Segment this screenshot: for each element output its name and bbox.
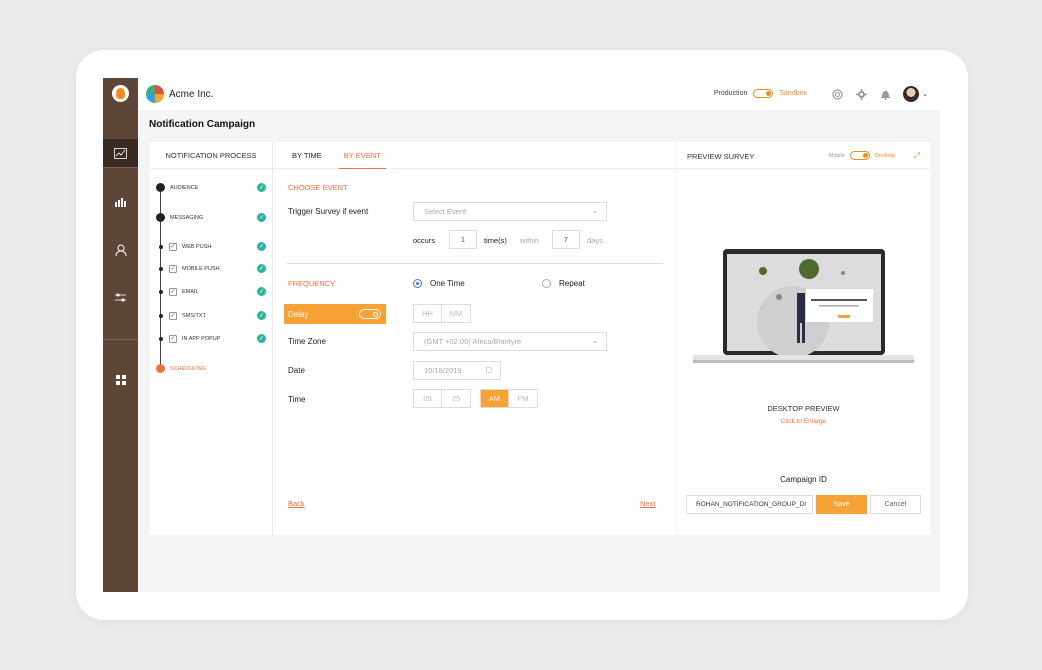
step-in-app-popup[interactable]: ✓ IN APP POPUP ✓ [156, 334, 266, 343]
check-icon: ✓ [257, 311, 266, 320]
step-mobile-push[interactable]: ✓ MOBILE PUSH ✓ [156, 264, 266, 273]
campaign-id-label: Campaign ID [780, 475, 827, 484]
frequency-title: FREQUENCY [288, 279, 336, 288]
step-messaging[interactable]: MESSAGING ✓ [156, 213, 266, 222]
occurs-label: occurs [413, 236, 436, 245]
help-lifebuoy-icon[interactable] [831, 88, 843, 100]
mobile-label: Mobile [828, 152, 845, 159]
chevron-down-icon: ⌄ [592, 338, 598, 345]
top-icons: ⌄ [831, 86, 928, 102]
checkbox-icon[interactable]: ✓ [169, 242, 177, 251]
check-icon: ✓ [257, 264, 266, 273]
check-icon: ✓ [257, 183, 266, 192]
trigger-label: Trigger Survey if event [288, 207, 369, 216]
checkbox-icon[interactable]: ✓ [169, 334, 177, 343]
production-label: Production [713, 90, 748, 97]
days-label: days [587, 236, 603, 245]
section-divider [287, 263, 663, 264]
apps-grid-icon[interactable] [103, 366, 138, 394]
within-label: within [520, 236, 540, 245]
sidebar-divider [103, 339, 138, 340]
cancel-button[interactable]: Cancel [870, 495, 921, 514]
sliders-icon[interactable] [103, 283, 138, 311]
event-select[interactable]: Select Event ⌄ [413, 202, 607, 221]
step-web-push[interactable]: ✓ WEB PUSH ✓ [156, 242, 266, 251]
desktop-label: Desktop [874, 152, 895, 159]
main-content: Notification Campaign NOTIFICATION PROCE… [138, 110, 940, 592]
time-input[interactable]: 09 25 [413, 389, 471, 408]
device-toggle[interactable] [849, 151, 870, 160]
check-icon: ✓ [257, 334, 266, 343]
brand-logo-icon [146, 85, 164, 103]
radio-one-time[interactable]: One Time [413, 279, 465, 288]
delay-row: Delay [284, 304, 386, 324]
check-icon: ✓ [257, 213, 266, 222]
date-label: Date [288, 366, 305, 375]
preview-device-switch: Mobile Desktop [829, 151, 895, 160]
sidebar [103, 78, 138, 592]
environment-toggle[interactable] [753, 89, 774, 98]
scheduling-form-panel: BY TIME BY EVENT CHOOSE EVENT Trigger Su… [273, 142, 676, 535]
preview-panel: PREVIEW SURVEY Mobile Desktop ⤢ DESKTOP … [677, 142, 930, 535]
process-header: NOTIFICATION PROCESS [150, 142, 272, 169]
date-input[interactable]: 10/18/2019 ▢ [413, 361, 501, 380]
page-title: Notification Campaign [149, 119, 256, 130]
avatar [903, 86, 920, 102]
tab-by-time[interactable]: BY TIME [287, 142, 327, 169]
expand-icon[interactable]: ⤢ [914, 151, 920, 161]
next-link[interactable]: Next [640, 499, 655, 508]
step-scheduling[interactable]: SCHEDULING [156, 364, 266, 373]
notification-bell-icon[interactable] [879, 88, 891, 100]
top-bar: Acme Inc. Production Sandbox ⌄ [138, 78, 940, 110]
timezone-label: Time Zone [288, 337, 326, 346]
calendar-icon: ▢ [485, 367, 492, 374]
am-pm-toggle[interactable]: AM PM [480, 389, 538, 408]
choose-event-title: CHOOSE EVENT [288, 183, 348, 192]
campaign-id-input[interactable]: ROHAN_NOTIFICATION_GROUP_DI [686, 495, 813, 514]
sandbox-label: Sandbox [779, 90, 807, 97]
times-label: time(s) [484, 236, 507, 245]
checkbox-icon[interactable]: ✓ [169, 287, 177, 296]
desktop-preview-image[interactable] [693, 247, 914, 365]
save-button[interactable]: Save [816, 495, 867, 514]
brand[interactable]: Acme Inc. [146, 85, 213, 103]
desktop-preview-label: DESKTOP PREVIEW [767, 404, 840, 413]
days-count-input[interactable]: 7 [552, 230, 580, 249]
occurs-count-input[interactable]: 1 [449, 230, 477, 249]
checkbox-icon[interactable]: ✓ [169, 311, 177, 320]
back-link[interactable]: Back [288, 499, 305, 508]
pm-option[interactable]: PM [509, 390, 537, 407]
user-menu[interactable]: ⌄ [903, 86, 928, 102]
sidebar-divider [103, 167, 138, 168]
app-logo-icon[interactable] [112, 85, 129, 102]
brand-name: Acme Inc. [169, 88, 214, 100]
check-icon: ✓ [257, 242, 266, 251]
step-audience[interactable]: AUDIENCE ✓ [156, 183, 266, 192]
notification-process-panel: NOTIFICATION PROCESS AUDIENCE ✓ MESSAGIN… [150, 142, 273, 535]
delay-time-input[interactable]: HH MM [413, 304, 471, 323]
step-sms[interactable]: ✓ SMS/TXT ✓ [156, 311, 266, 320]
timezone-select[interactable]: (GMT +02:00) Africa/Blantyre ⌄ [413, 332, 607, 351]
reports-icon[interactable] [103, 188, 138, 216]
environment-switch: Production Sandbox [714, 89, 807, 98]
preview-header: PREVIEW SURVEY Mobile Desktop ⤢ [677, 142, 930, 169]
delay-label: Delay [288, 309, 309, 319]
schedule-tabs: BY TIME BY EVENT [273, 142, 676, 169]
am-option[interactable]: AM [481, 390, 509, 407]
user-icon[interactable] [103, 236, 138, 264]
check-icon: ✓ [257, 287, 266, 296]
click-to-enlarge-link[interactable]: Click to Enlarge [677, 418, 930, 425]
time-label: Time [288, 395, 306, 404]
step-email[interactable]: ✓ EMAIL ✓ [156, 287, 266, 296]
checkbox-icon[interactable]: ✓ [169, 264, 177, 273]
chevron-down-icon: ⌄ [922, 91, 928, 98]
analytics-icon[interactable] [103, 139, 138, 167]
tab-by-event[interactable]: BY EVENT [338, 142, 386, 169]
preview-title: PREVIEW SURVEY [687, 152, 755, 161]
radio-repeat[interactable]: Repeat [542, 279, 585, 288]
settings-gear-icon[interactable] [855, 88, 867, 100]
chevron-down-icon: ⌄ [592, 208, 598, 215]
delay-toggle[interactable] [359, 309, 381, 319]
